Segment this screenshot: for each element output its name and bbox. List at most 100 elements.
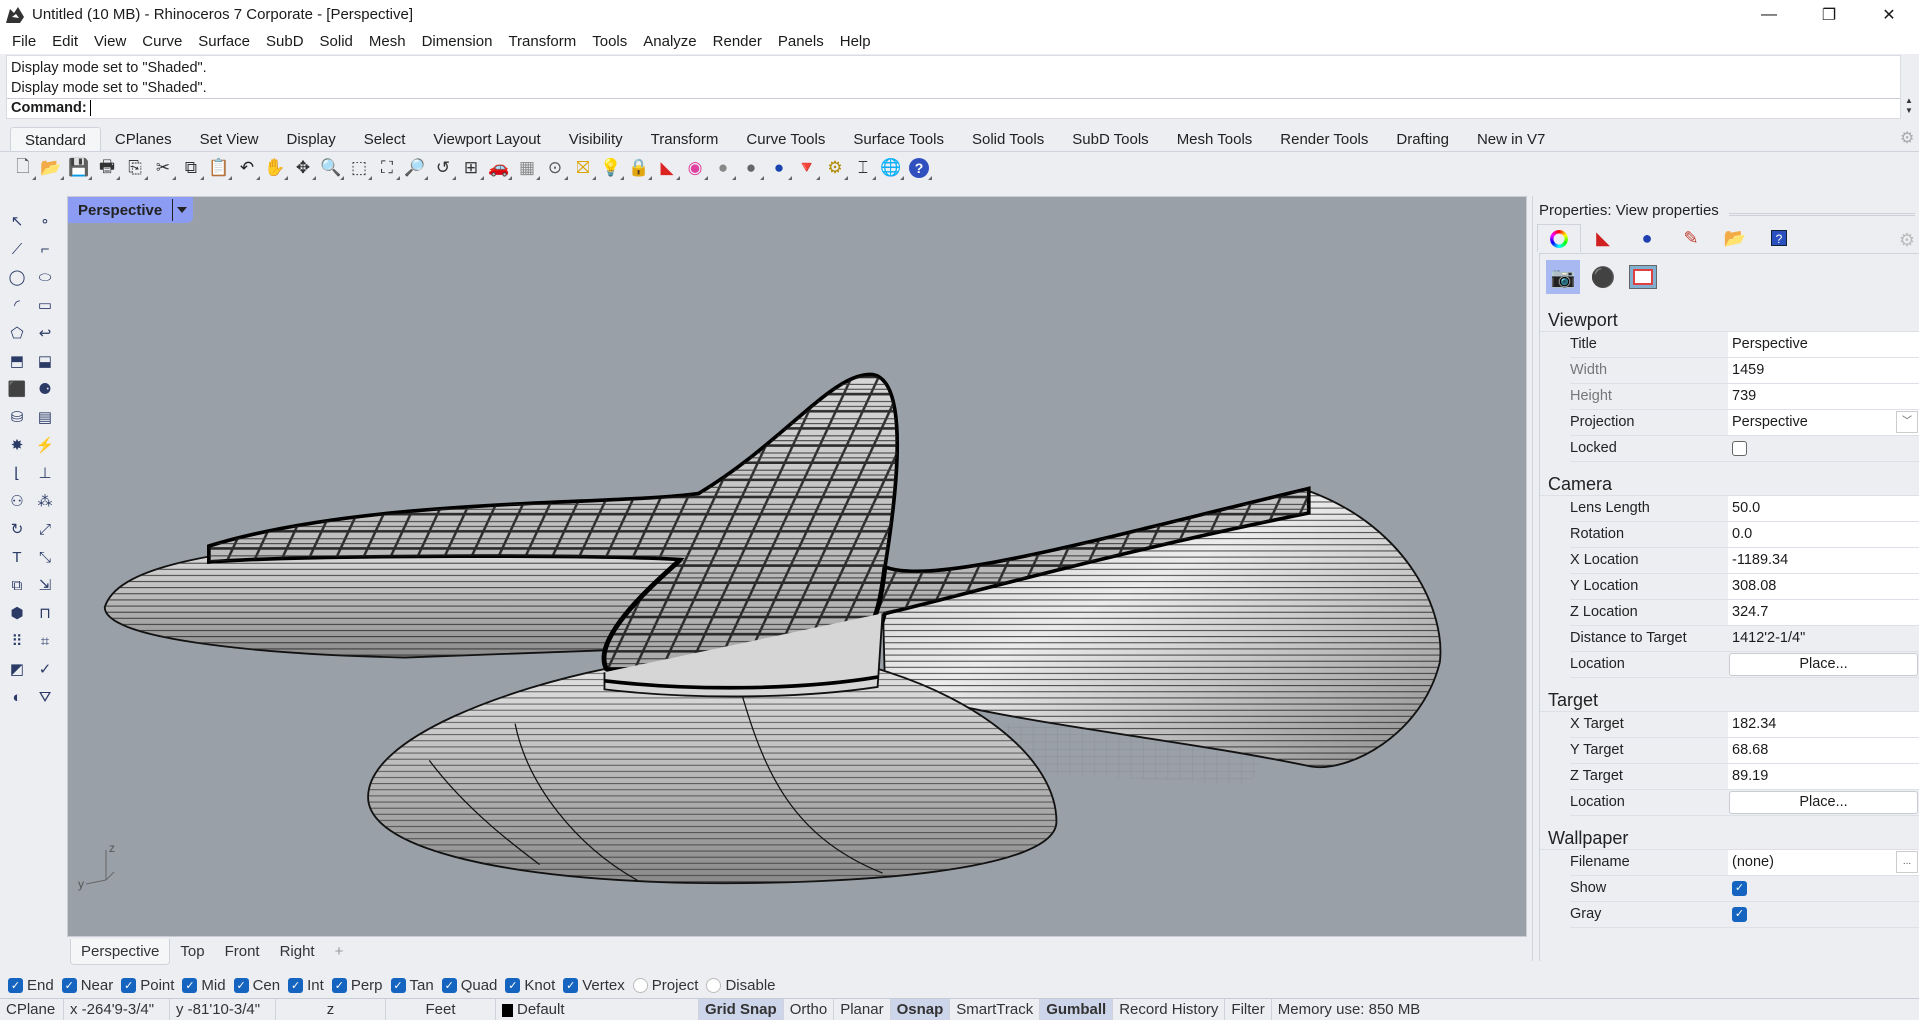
- surface-from-points-icon[interactable]: ⬒: [4, 348, 30, 374]
- pan-icon[interactable]: ✋: [262, 155, 288, 181]
- tab-display-icon[interactable]: ✎: [1669, 224, 1713, 252]
- tab-libraries-folder-icon[interactable]: 📂: [1713, 224, 1757, 252]
- locked-checkbox[interactable]: [1732, 441, 1747, 456]
- open-folder-icon[interactable]: 📂: [38, 155, 64, 181]
- filename-field[interactable]: (none)...: [1728, 850, 1919, 875]
- curve-from-objects-icon[interactable]: ↩: [32, 320, 58, 346]
- perspective-viewport[interactable]: Perspective z y: [67, 196, 1527, 937]
- z-location-field[interactable]: 324.7: [1728, 600, 1919, 625]
- circle-icon[interactable]: ◯: [4, 264, 30, 290]
- text-icon[interactable]: T: [4, 544, 30, 570]
- planar-toggle[interactable]: Planar: [834, 999, 891, 1020]
- osnap-checkbox[interactable]: [632, 977, 648, 993]
- tab-drafting[interactable]: Drafting: [1382, 127, 1463, 152]
- grid-icon[interactable]: ▦: [514, 155, 540, 181]
- osnap-checkbox[interactable]: ✓: [61, 977, 77, 993]
- tab-cplanes[interactable]: CPlanes: [101, 127, 186, 152]
- restore-button[interactable]: ❐: [1800, 0, 1858, 29]
- explode-icon[interactable]: ✸: [4, 432, 30, 458]
- new-file-icon[interactable]: 🗋: [10, 155, 36, 181]
- car-icon[interactable]: 🚗: [486, 155, 512, 181]
- rectangle-icon[interactable]: ▭: [32, 292, 58, 318]
- osnap-checkbox[interactable]: ✓: [441, 977, 457, 993]
- gumball-toggle[interactable]: Gumball: [1040, 999, 1114, 1020]
- point-icon[interactable]: ∘: [32, 208, 58, 234]
- menu-view[interactable]: View: [86, 33, 134, 50]
- place-camera-button[interactable]: Place...: [1729, 653, 1918, 676]
- tab-display[interactable]: Display: [273, 127, 350, 152]
- browse-button[interactable]: ...: [1896, 851, 1918, 873]
- panel-settings-gear-icon[interactable]: ⚙: [1899, 230, 1915, 251]
- tab-select[interactable]: Select: [350, 127, 420, 152]
- drafting-icon[interactable]: ⊓: [32, 600, 58, 626]
- undo-view-icon[interactable]: ↺: [430, 155, 456, 181]
- dimension-tool-icon[interactable]: ⤡: [32, 544, 58, 570]
- osnap-checkbox[interactable]: [706, 977, 722, 993]
- polygon-icon[interactable]: ⬠: [4, 320, 30, 346]
- polyline-icon[interactable]: ⟋: [4, 236, 30, 262]
- menu-tools[interactable]: Tools: [584, 33, 635, 50]
- z-target-field[interactable]: 89.19: [1728, 764, 1919, 789]
- menu-subd[interactable]: SubD: [258, 33, 312, 50]
- globe-icon[interactable]: 🌐: [878, 155, 904, 181]
- osnap-checkbox[interactable]: ✓: [288, 977, 304, 993]
- color-wheel-icon[interactable]: ◉: [682, 155, 708, 181]
- paste-icon[interactable]: 📋: [206, 155, 232, 181]
- projection-select[interactable]: Perspective ﹀: [1728, 410, 1919, 435]
- menu-surface[interactable]: Surface: [190, 33, 258, 50]
- render-icon[interactable]: ●: [766, 155, 792, 181]
- menu-help[interactable]: Help: [832, 33, 879, 50]
- select-filter-icon[interactable]: ⛝: [570, 155, 596, 181]
- render-box-icon[interactable]: ⬢: [4, 600, 30, 626]
- control-point-curve-icon[interactable]: ⌐: [32, 236, 58, 262]
- view-tab-perspective[interactable]: Perspective: [70, 938, 171, 965]
- x-target-field[interactable]: 182.34: [1728, 712, 1919, 737]
- record-history-toggle[interactable]: Record History: [1113, 999, 1226, 1020]
- show-checkbox[interactable]: ✓: [1732, 881, 1747, 896]
- tab-viewport-layout[interactable]: Viewport Layout: [419, 127, 554, 152]
- view-tab-front[interactable]: Front: [215, 939, 270, 965]
- tab-subd-tools[interactable]: SubD Tools: [1058, 127, 1162, 152]
- tab-new-in-v7[interactable]: New in V7: [1463, 127, 1559, 152]
- menu-render[interactable]: Render: [705, 33, 770, 50]
- y-location-field[interactable]: 308.08: [1728, 574, 1919, 599]
- transform-tools-icon[interactable]: ⇲: [32, 572, 58, 598]
- tab-surface-tools[interactable]: Surface Tools: [839, 127, 958, 152]
- save-icon[interactable]: 💾: [66, 155, 92, 181]
- tab-layers-icon[interactable]: ◣: [1581, 224, 1625, 252]
- light-bulb-icon[interactable]: 💡: [598, 155, 624, 181]
- viewport-title-tab[interactable]: Perspective: [68, 197, 194, 223]
- osnap-icon[interactable]: ⊙: [542, 155, 568, 181]
- menu-analyze[interactable]: Analyze: [635, 33, 704, 50]
- surface-analysis-icon[interactable]: ◩: [4, 656, 30, 682]
- fillet-icon[interactable]: ⌊: [4, 460, 30, 486]
- osnap-point[interactable]: ✓ Point: [121, 977, 174, 994]
- place-target-button[interactable]: Place...: [1729, 791, 1918, 814]
- filter-button[interactable]: Filter: [1225, 999, 1272, 1020]
- tab-transform[interactable]: Transform: [637, 127, 733, 152]
- osnap-checkbox[interactable]: ✓: [331, 977, 347, 993]
- export-icon[interactable]: ⎘: [122, 155, 148, 181]
- lens-length-field[interactable]: 50.0: [1728, 496, 1919, 521]
- four-viewports-icon[interactable]: ⊞: [458, 155, 484, 181]
- width-field[interactable]: 1459: [1728, 358, 1919, 383]
- osnap-quad[interactable]: ✓ Quad: [441, 977, 497, 994]
- ortho-toggle[interactable]: Ortho: [784, 999, 835, 1020]
- osnap-near[interactable]: ✓ Near: [61, 977, 113, 994]
- osnap-knot[interactable]: ✓ Knot: [505, 977, 555, 994]
- named-views-icon[interactable]: ⚫: [1586, 260, 1620, 294]
- view-tab-right[interactable]: Right: [270, 939, 325, 965]
- menu-edit[interactable]: Edit: [44, 33, 86, 50]
- rotate-icon[interactable]: ↻: [4, 516, 30, 542]
- menu-mesh[interactable]: Mesh: [361, 33, 414, 50]
- tab-mesh-tools[interactable]: Mesh Tools: [1163, 127, 1267, 152]
- tab-visibility[interactable]: Visibility: [555, 127, 637, 152]
- view-tab-top[interactable]: Top: [170, 939, 214, 965]
- array-grid-icon[interactable]: ⠿: [4, 628, 30, 654]
- osnap-end[interactable]: ✓ End: [8, 977, 54, 994]
- cylinder-icon[interactable]: ⛁: [4, 404, 30, 430]
- osnap-project[interactable]: Project: [632, 977, 698, 994]
- solid-tools-icon[interactable]: ⚈: [32, 376, 58, 402]
- gray-checkbox[interactable]: ✓: [1732, 907, 1747, 922]
- help-icon[interactable]: ?: [906, 155, 932, 181]
